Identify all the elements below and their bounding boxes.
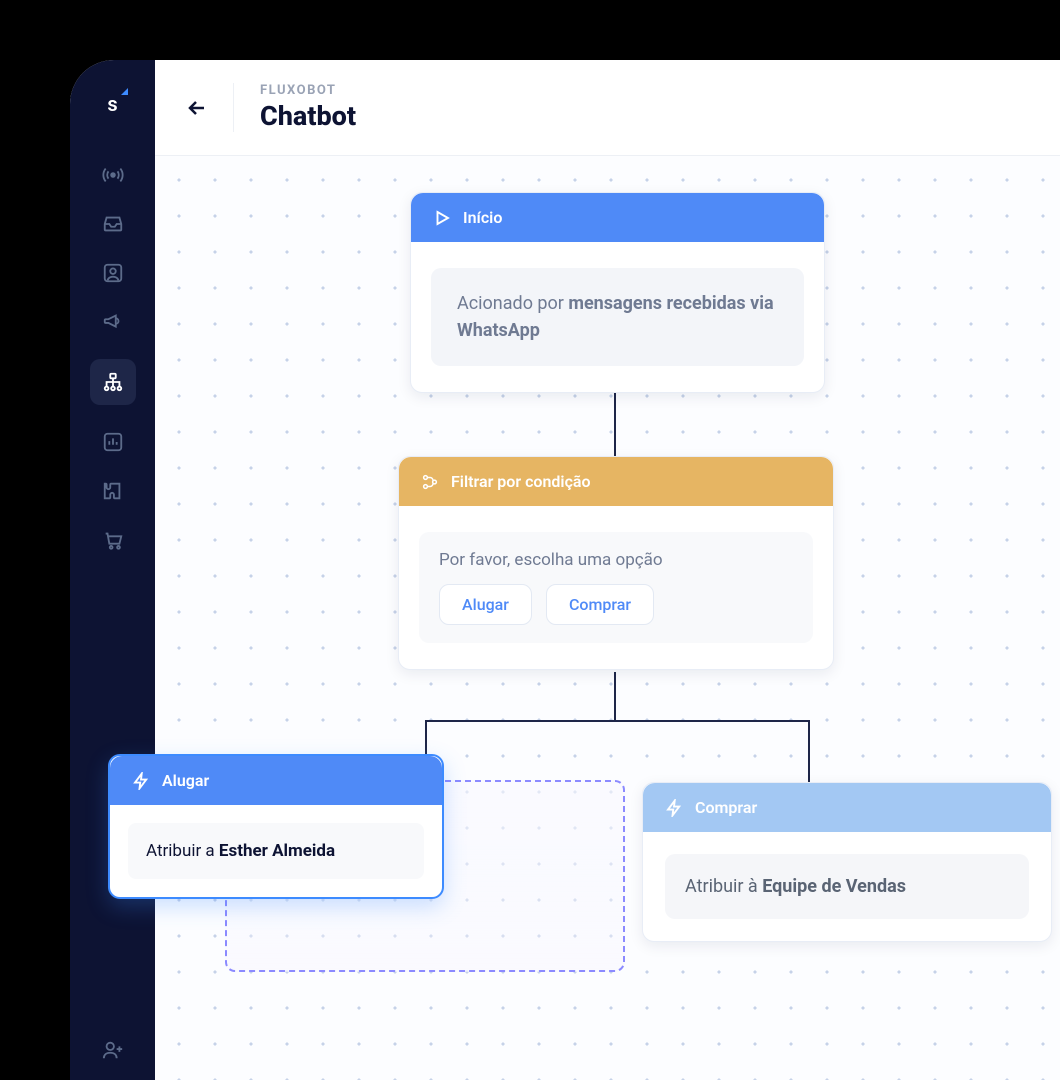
node-header: Comprar: [643, 783, 1051, 832]
kicker: FLUXOBOT: [260, 83, 356, 98]
filter-content: Por favor, escolha uma opção Alugar Comp…: [419, 532, 813, 643]
option-alugar[interactable]: Alugar: [439, 584, 532, 625]
node-branch-left[interactable]: Alugar Atribuir a Esther Almeida: [108, 754, 444, 899]
node-header: Filtrar por condição: [399, 457, 833, 506]
filter-prompt: Por favor, escolha uma opção: [439, 550, 793, 570]
assign-box: Atribuir a Esther Almeida: [128, 823, 424, 879]
option-comprar[interactable]: Comprar: [546, 584, 654, 625]
chart-icon[interactable]: [101, 430, 125, 454]
node-header: Início: [411, 193, 824, 242]
node-start[interactable]: Início Acionado por mensagens recebidas …: [410, 192, 825, 393]
megaphone-icon[interactable]: [101, 310, 125, 334]
node-body: Acionado por mensagens recebidas via Wha…: [411, 242, 824, 392]
connector: [808, 720, 810, 782]
app-viewport: s: [70, 60, 1060, 1080]
page-title: Chatbot: [260, 100, 356, 132]
node-title: Alugar: [162, 771, 209, 790]
title-block: FLUXOBOT Chatbot: [233, 83, 356, 132]
option-row: Alugar Comprar: [439, 584, 793, 625]
flow-canvas[interactable]: Início Acionado por mensagens recebidas …: [155, 156, 1060, 1080]
inbox-icon[interactable]: [101, 212, 125, 236]
puzzle-icon[interactable]: [101, 479, 125, 503]
assign-box: Atribuir à Equipe de Vendas: [665, 854, 1029, 919]
broadcast-icon[interactable]: [101, 163, 125, 187]
node-body: Por favor, escolha uma opção Alugar Comp…: [399, 506, 833, 669]
branch-icon: [421, 473, 439, 491]
text: Atribuir à: [685, 876, 762, 897]
connector: [425, 720, 427, 754]
bolt-icon: [132, 772, 150, 790]
node-title: Filtrar por condição: [451, 472, 591, 491]
main: FLUXOBOT Chatbot Início Acionado por m: [155, 60, 1060, 1080]
play-icon: [433, 209, 451, 227]
node-header: Alugar: [110, 756, 442, 805]
start-trigger-box: Acionado por mensagens recebidas via Wha…: [431, 268, 804, 366]
text: Acionado por: [457, 293, 568, 314]
text-bold: Equipe de Vendas: [762, 876, 906, 897]
add-user-icon[interactable]: [101, 1038, 125, 1062]
node-body: Atribuir a Esther Almeida: [110, 805, 442, 897]
bolt-icon: [665, 799, 683, 817]
sidebar: s: [70, 60, 155, 1080]
page-header: FLUXOBOT Chatbot: [155, 60, 1060, 156]
connector: [425, 720, 810, 722]
node-body: Atribuir à Equipe de Vendas: [643, 832, 1051, 941]
cart-icon[interactable]: [101, 528, 125, 552]
node-title: Início: [463, 208, 502, 227]
connector: [614, 672, 616, 720]
user-icon[interactable]: [101, 261, 125, 285]
text: Atribuir a: [146, 841, 219, 861]
node-filter[interactable]: Filtrar por condição Por favor, escolha …: [398, 456, 834, 670]
node-branch-right[interactable]: Comprar Atribuir à Equipe de Vendas: [642, 782, 1052, 942]
logo: s: [107, 92, 117, 116]
text-bold: Esther Almeida: [219, 841, 335, 861]
flowchart-icon[interactable]: [90, 359, 136, 405]
back-button[interactable]: [179, 90, 215, 126]
node-title: Comprar: [695, 798, 757, 817]
